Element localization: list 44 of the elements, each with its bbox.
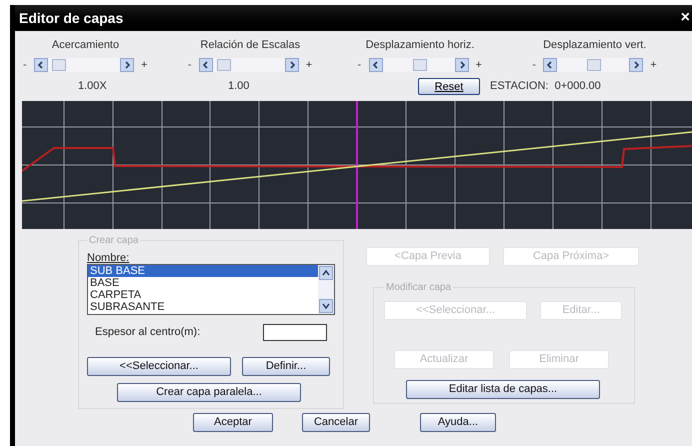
list-item[interactable]: CARPETA	[88, 289, 318, 301]
button[interactable]: <<Seleccionar...	[87, 357, 231, 376]
button[interactable]: Ayuda...	[420, 413, 496, 432]
button[interactable]: Cancelar	[302, 413, 370, 432]
horizontal-scrollbar[interactable]	[543, 58, 644, 72]
list-item[interactable]: SUB BASE	[88, 265, 318, 277]
horizontal-scrollbar[interactable]	[368, 58, 468, 72]
minus-label: -	[532, 58, 537, 72]
layer-list[interactable]: SUB BASE BASE CARPETA SUBRASANTE	[87, 264, 335, 315]
name-label: Nombre:	[87, 252, 130, 264]
window-title: Editor de capas	[19, 8, 124, 28]
scroll-thumb[interactable]	[52, 58, 66, 71]
list-item[interactable]: SUBRASANTE	[88, 301, 318, 313]
button[interactable]: Aceptar	[193, 413, 273, 432]
scroller-label: Desplazamiento horiz.	[364, 38, 476, 53]
button[interactable]: Editar lista de capas...	[406, 380, 600, 399]
minus-label: -	[188, 58, 192, 72]
minus-label: -	[358, 58, 362, 72]
thickness-label: Espesor al centro(m):	[95, 325, 202, 340]
scroller-label: Acercamiento	[50, 38, 120, 53]
group-title: Crear capa	[88, 234, 140, 248]
scroll-thumb[interactable]	[587, 58, 602, 71]
scroll-thumb[interactable]	[412, 58, 426, 71]
reset-button[interactable]: Reset	[418, 78, 480, 94]
horizontal-scrollbar[interactable]	[198, 58, 299, 72]
plus-label: +	[650, 58, 657, 72]
horizontal-scrollbar[interactable]	[34, 58, 134, 72]
scroller-label: Relación de Escalas	[199, 38, 302, 53]
minus-label: -	[23, 58, 28, 72]
list-item[interactable]: BASE	[88, 277, 318, 289]
scroll-thumb[interactable]	[216, 58, 231, 71]
zoom-value: 1.00X	[78, 78, 108, 94]
button[interactable]: Definir...	[242, 357, 330, 376]
scrollbar[interactable]	[318, 265, 334, 314]
station-readout: ESTACION: 0+000.00	[490, 78, 601, 94]
scroller-label: Desplazamiento vert.	[542, 38, 648, 53]
plus-label: +	[476, 58, 482, 72]
group-title: Modificar capa	[385, 281, 452, 295]
plus-label: +	[306, 58, 312, 72]
scale-value: 1.00	[228, 78, 250, 94]
thickness-field[interactable]	[263, 324, 327, 341]
button[interactable]: Crear capa paralela...	[117, 383, 301, 402]
close-button[interactable]: ×	[680, 10, 690, 26]
plus-label: +	[141, 58, 148, 72]
